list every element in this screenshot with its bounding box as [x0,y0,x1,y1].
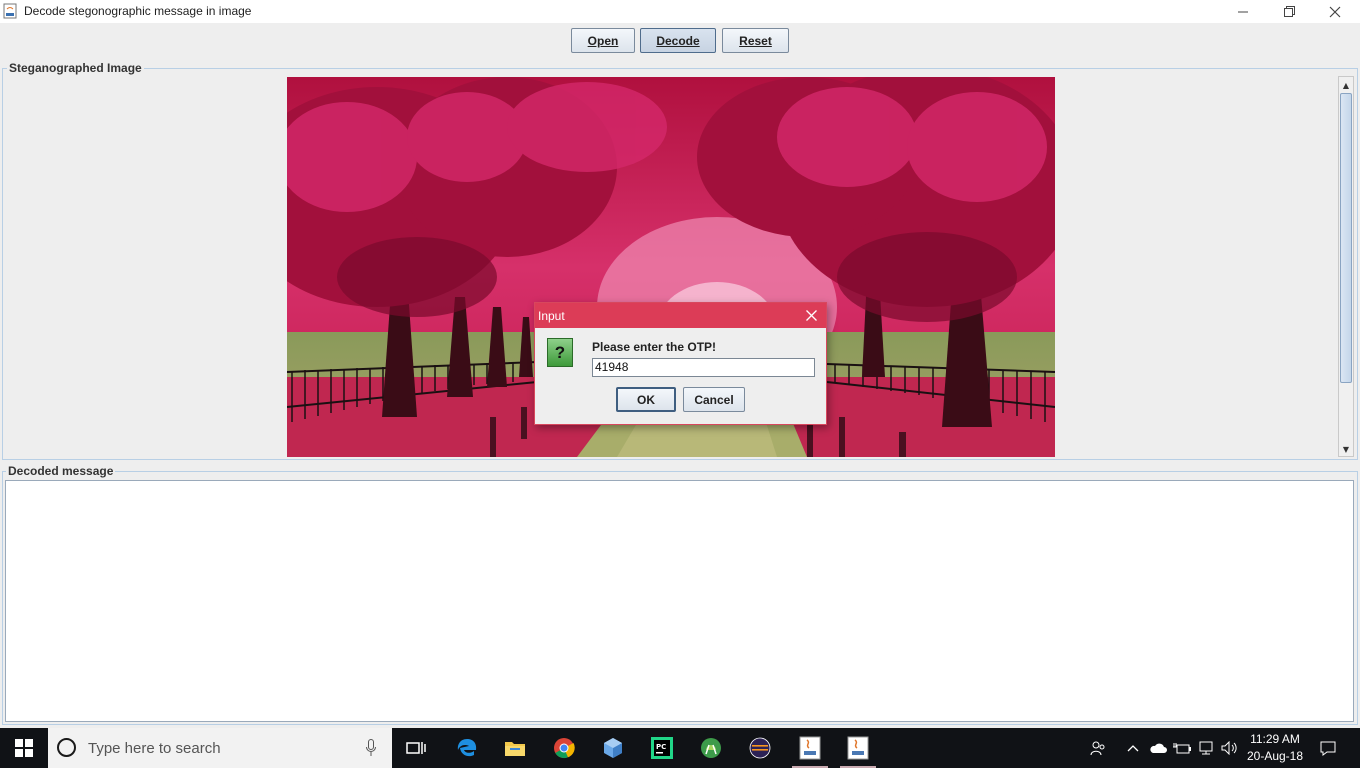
java-app-icon [3,3,17,19]
edge-icon [457,739,477,757]
notification-icon [1320,741,1336,756]
java-icon [799,736,821,760]
taskbar-chrome[interactable] [540,728,588,768]
image-vertical-scrollbar[interactable]: ▲ ▼ [1338,76,1354,457]
otp-input-dialog: Input ? Please enter the OTP! 41948 OK C… [534,302,827,425]
steganographed-image-label: Steganographed Image [7,61,144,75]
windows-logo-icon [15,739,33,757]
scrollbar-thumb[interactable] [1340,93,1352,383]
show-hidden-icons-button[interactable] [1124,728,1142,768]
decode-button[interactable]: Decode [640,28,716,53]
task-view-icon [406,742,426,754]
network-icon [1199,741,1213,755]
minimize-icon [1238,11,1248,12]
close-button[interactable] [1312,0,1358,23]
taskbar-search-box[interactable]: Type here to search [48,728,392,768]
microphone-icon[interactable] [366,739,376,757]
open-button[interactable]: Open [571,28,635,53]
people-button[interactable] [1086,728,1110,768]
dialog-titlebar: Input [535,303,826,328]
onedrive-button[interactable] [1147,728,1169,768]
cancel-button[interactable]: Cancel [683,387,745,412]
taskbar-box-app[interactable] [589,728,637,768]
taskbar-edge[interactable] [443,728,491,768]
taskbar: Type here to search PC 11:29 AM 20-Aug-1… [0,728,1360,768]
taskbar-file-explorer[interactable] [491,728,539,768]
taskbar-java-1[interactable] [786,728,834,768]
eclipse-icon [749,737,771,759]
question-icon: ? [547,338,573,367]
ok-button[interactable]: OK [616,387,676,412]
volume-button[interactable] [1219,728,1241,768]
dialog-title: Input [538,309,565,323]
network-button[interactable] [1195,728,1217,768]
clock-date: 20-Aug-18 [1246,749,1304,763]
window-titlebar: Decode stegonographic message in image [0,0,1360,23]
cloud-icon [1150,743,1167,753]
task-view-button[interactable] [392,728,440,768]
otp-input-field[interactable]: 41948 [592,358,815,377]
dialog-prompt: Please enter the OTP! [592,340,717,354]
chevron-up-icon [1127,745,1139,752]
reset-button[interactable]: Reset [722,28,789,53]
search-placeholder: Type here to search [88,740,221,757]
maximize-button[interactable] [1266,0,1312,23]
folder-icon [505,742,525,756]
taskbar-clock[interactable]: 11:29 AM 20-Aug-18 [1244,731,1306,765]
dialog-close-button[interactable] [802,306,820,324]
minimize-button[interactable] [1220,0,1266,23]
java-icon [847,736,869,760]
chrome-icon [554,738,575,759]
scroll-up-arrow-icon[interactable]: ▲ [1339,78,1353,92]
close-icon [1329,6,1341,17]
action-center-button[interactable] [1312,728,1344,768]
scroll-down-arrow-icon[interactable]: ▼ [1339,442,1353,456]
cube-icon [604,738,622,758]
taskbar-android-studio[interactable] [687,728,735,768]
decoded-message-label: Decoded message [6,464,116,478]
taskbar-java-2[interactable] [834,728,882,768]
speaker-icon [1221,741,1237,755]
cortana-icon [57,738,76,757]
taskbar-pycharm[interactable]: PC [638,728,686,768]
taskbar-eclipse[interactable] [736,728,784,768]
decoded-message-textarea[interactable] [5,480,1354,722]
people-icon [1090,741,1105,756]
battery-button[interactable] [1171,728,1193,768]
clock-time: 11:29 AM [1250,732,1300,746]
svg-text:PC: PC [656,743,666,751]
pycharm-icon: PC [651,737,673,759]
battery-plug-icon [1173,743,1191,754]
close-icon [805,309,817,321]
restore-icon [1283,6,1295,17]
android-studio-icon [701,738,721,758]
window-title: Decode stegonographic message in image [24,4,252,18]
start-button[interactable] [0,728,48,768]
